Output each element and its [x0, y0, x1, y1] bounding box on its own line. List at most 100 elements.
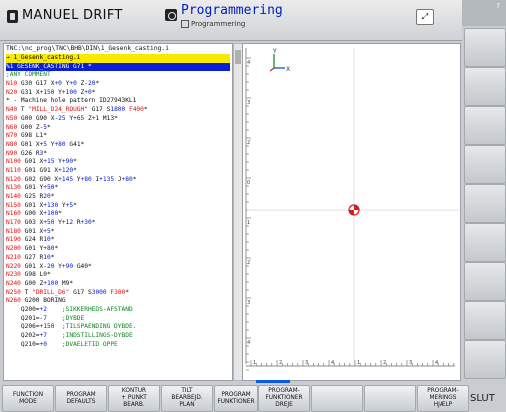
program-line[interactable]: → 1_Gesenk_casting.i — [6, 54, 230, 63]
graphics-canvas: 4 3 2 0 1 2 3 4 1 2 3 4 1 2 3 4 Y X — [245, 48, 459, 371]
softkey-label: FUNKTIONER — [265, 395, 303, 401]
softkey-label: + PUNKT — [121, 395, 147, 401]
softkey-programming-help[interactable]: PROGRAM- MERINGS HJÆLP — [417, 385, 469, 412]
program-line[interactable]: Q206=+150 ;TILSPAENDING DYBDE. — [6, 323, 230, 332]
vertical-softkey-9[interactable] — [464, 340, 506, 379]
softkey-label: BEARBEJD. — [171, 395, 203, 401]
softkey-label: FUNCTION — [12, 391, 44, 398]
program-line[interactable]: Q200=+2 ;SIKKERHEDS-AFSTAND — [6, 306, 230, 315]
axis-x-label: X — [286, 66, 290, 73]
ruler-label: 4 — [331, 360, 334, 366]
program-line[interactable]: N50 G00 G90 X-25 Y+65 Z+1 M13* — [6, 115, 230, 124]
help-corner[interactable]: ? — [462, 0, 506, 26]
programming-title: Programmering — [181, 3, 283, 18]
vertical-softkey-7[interactable] — [464, 262, 506, 301]
program-line[interactable]: Q201=-7 ;DYBDE — [6, 315, 230, 324]
program-line[interactable]: N210 G27 R10* — [6, 254, 230, 263]
vertical-softkey-8[interactable] — [464, 301, 506, 340]
softkey-label: MODE — [19, 398, 37, 405]
left-ruler-ticks: 4 3 2 0 1 2 3 4 — [246, 57, 251, 371]
ruler-label: 2 — [279, 360, 282, 366]
program-line[interactable]: N100 G01 X+15 Y+90* — [6, 158, 230, 167]
ruler-label: 4 — [247, 60, 250, 66]
program-sub-icon — [181, 20, 189, 28]
vertical-softkey-4[interactable] — [464, 145, 506, 184]
programming-subtitle: Programmering — [181, 20, 245, 28]
softkey-bar: FUNCTION MODE PROGRAM DEFAULTS KONTUR + PUN… — [0, 384, 506, 412]
softkey-function-mode[interactable]: FUNCTION MODE — [2, 385, 54, 412]
softkey-label: PROGRAM — [221, 391, 251, 398]
program-line[interactable]: N250 T "DRILL_D6" G17 S3000 F300* — [6, 289, 230, 298]
program-line[interactable]: N230 G98 L0* — [6, 271, 230, 280]
programming-graphics[interactable]: 4 3 2 0 1 2 3 4 1 2 3 4 1 2 3 4 Y X — [242, 43, 461, 381]
program-line[interactable]: N110 G01 G91 X+120* — [6, 167, 230, 176]
ruler-label: 3 — [247, 100, 250, 106]
operating-mode-title: MANUEL DRIFT — [22, 8, 123, 23]
program-line[interactable]: N220 G01 X-20 Y+90 G40* — [6, 263, 230, 272]
datum-quadrant-2 — [349, 210, 354, 215]
program-line[interactable]: N260 G200 BORING — [6, 297, 230, 306]
program-line[interactable]: N140 G25 R20* — [6, 193, 230, 202]
ruler-label: 3 — [409, 360, 412, 366]
softkey-label: MERINGS — [429, 395, 457, 401]
program-line[interactable]: N60 G00 Z-5* — [6, 124, 230, 133]
split-screen-glyph: ⤢ — [421, 12, 429, 21]
program-line[interactable]: N200 G01 Y+80* — [6, 245, 230, 254]
ruler-label: 0 — [247, 180, 250, 186]
bottom-ruler-ticks: 1 2 3 4 1 2 3 4 — [250, 360, 455, 366]
program-line[interactable]: N40 T "MILL_D24_ROUGH" G17 S1800 F400* — [6, 106, 230, 115]
program-editor[interactable]: TNC:\nc_prog\TNC\BHB\DIN\1_Gesenk_castin… — [3, 43, 233, 381]
program-lines: → 1_Gesenk_casting.i %1 GESENK_CASTING G7… — [6, 54, 230, 349]
scrollbar-thumb[interactable] — [235, 50, 241, 64]
program-line[interactable]: N120 G02 G90 X+145 Y+80 I+135 J+80* — [6, 176, 230, 185]
softkey-program-functions-turning[interactable]: PROGRAM- FUNKTIONER DREJE — [258, 385, 310, 412]
softkey-label: PLAN — [179, 402, 195, 408]
end-button[interactable]: SLUT — [470, 393, 495, 404]
program-line[interactable]: N80 G01 X+5 Y+80 G41* — [6, 141, 230, 150]
softkey-label: PROGRAM- — [268, 388, 300, 394]
program-line[interactable]: Q202=+7 ;INDSTILLINGS-DYBDE — [6, 332, 230, 341]
program-line[interactable]: N10 G30 G17 X+0 Y+0 Z-20* — [6, 80, 230, 89]
ruler-label: 3 — [305, 360, 308, 366]
softkey-program-defaults[interactable]: PROGRAM DEFAULTS — [55, 385, 107, 412]
vertical-softkey-1[interactable] — [464, 28, 506, 67]
softkey-contour-point[interactable]: KONTUR + PUNKT BEARB. — [108, 385, 160, 412]
programming-subtitle-text: Programmering — [191, 20, 246, 28]
softkey-label: PROGRAM- — [427, 388, 459, 394]
softkey-label: DEFAULTS — [66, 398, 96, 405]
vertical-softkey-bar: ? — [462, 0, 506, 384]
program-line[interactable]: ;ANY COMMENT — [6, 71, 230, 80]
program-line[interactable]: %1 GESENK_CASTING G71 * — [6, 62, 230, 72]
help-label: ? — [496, 2, 500, 10]
program-line[interactable]: N90 G26 R3* — [6, 150, 230, 159]
softkey-empty-2[interactable] — [364, 385, 416, 412]
softkey-empty-1[interactable] — [311, 385, 363, 412]
softkey-tilt-plane[interactable]: TILT BEARBEJD. PLAN — [161, 385, 213, 412]
softkey-label: HJÆLP — [433, 402, 453, 408]
softkey-label: BEARB. — [123, 402, 145, 408]
vertical-softkey-2[interactable] — [464, 67, 506, 106]
ruler-label: 1 — [253, 360, 256, 366]
softkey-label: KONTUR — [121, 388, 147, 394]
vertical-softkey-3[interactable] — [464, 106, 506, 145]
active-softkey-indicator — [256, 380, 290, 383]
z-axis-arrow — [269, 67, 275, 72]
program-line[interactable]: N20 G31 X+150 Y+100 Z+0* — [6, 89, 230, 98]
vertical-softkey-5[interactable] — [464, 184, 506, 223]
program-line[interactable]: N150 G01 X+130 Y+5* — [6, 202, 230, 211]
ruler-label: 1 — [247, 220, 250, 226]
program-line[interactable]: N170 G03 X+50 Y+12 R+30* — [6, 219, 230, 228]
program-line[interactable]: N130 G01 Y+50* — [6, 184, 230, 193]
split-screen-icon[interactable]: ⤢ — [416, 9, 434, 25]
vertical-softkey-6[interactable] — [464, 223, 506, 262]
program-line[interactable]: N180 G01 X+5* — [6, 228, 230, 237]
program-line[interactable]: N240 G00 Z+100 M9* — [6, 280, 230, 289]
datum-quadrant-1 — [354, 205, 359, 210]
program-line[interactable]: Q210=+0 ;DVAELETID OPPE — [6, 341, 230, 350]
program-line[interactable]: N70 G98 L1* — [6, 132, 230, 141]
program-line[interactable]: N160 G00 X+100* — [6, 210, 230, 219]
softkey-program-functions[interactable]: PROGRAM FUNKTIONER — [214, 385, 258, 412]
program-line[interactable]: N190 G24 R10* — [6, 236, 230, 245]
program-line[interactable]: * - Machine hole pattern ID27943KL1 — [6, 97, 230, 106]
ruler-label: 1 — [357, 360, 360, 366]
